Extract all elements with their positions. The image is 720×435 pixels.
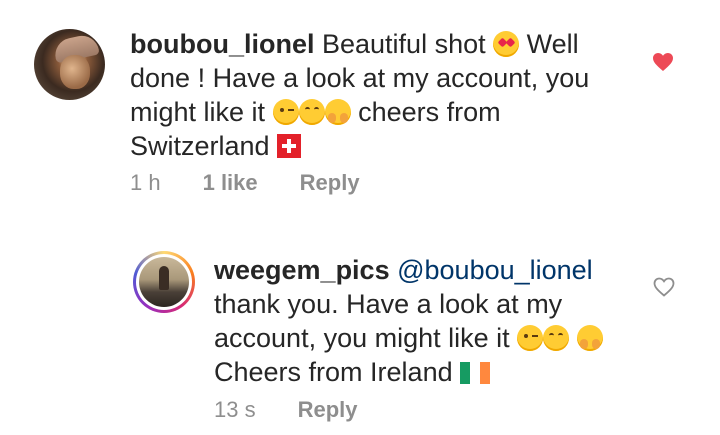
like-heart-outline-icon[interactable] [652,275,676,299]
reply-button[interactable]: Reply [298,397,358,423]
comment-time: 13 s [214,397,256,422]
avatar [136,254,192,310]
comment-time: 1 h [130,170,161,195]
mention-link[interactable]: @boubou_lionel [397,255,593,285]
hug-emoji-icon [576,325,603,351]
comment-text: boubou_lionel Beautiful shot Well done !… [130,27,600,163]
comment-body-part: thank you. Have a look at my account, yo… [214,289,563,353]
avatar-image [139,257,189,307]
avatar-story-ring[interactable] [133,251,195,313]
comment-username[interactable]: boubou_lionel [130,29,314,59]
avatar-figure-shape [159,266,169,290]
ireland-flag-icon [460,362,491,384]
hug-emoji-icon [324,99,351,125]
comment-meta: 1 h 1 like Reply [130,170,402,196]
comment-username[interactable]: weegem_pics [214,255,390,285]
avatar[interactable] [34,29,105,100]
avatar-face-shape [60,55,90,89]
comment-body-part: Beautiful shot [322,29,486,59]
comment-body-part: Cheers from Ireland [214,357,453,387]
reply-comment-text: weegem_pics @boubou_lionel thank you. Ha… [214,253,614,389]
heart-eyes-emoji-icon [493,31,520,57]
comment-item: boubou_lionel Beautiful shot Well done !… [0,0,720,220]
reply-button[interactable]: Reply [300,170,360,196]
smile-emoji-icon [298,99,325,125]
likes-count-link[interactable]: 1 like [203,170,258,196]
wink-emoji-icon [272,99,299,125]
smile-emoji-icon [543,325,570,351]
comment-meta: 13 s Reply [214,397,400,423]
like-heart-icon[interactable] [651,50,675,74]
switzerland-flag-icon [277,134,302,158]
wink-emoji-icon [517,325,544,351]
